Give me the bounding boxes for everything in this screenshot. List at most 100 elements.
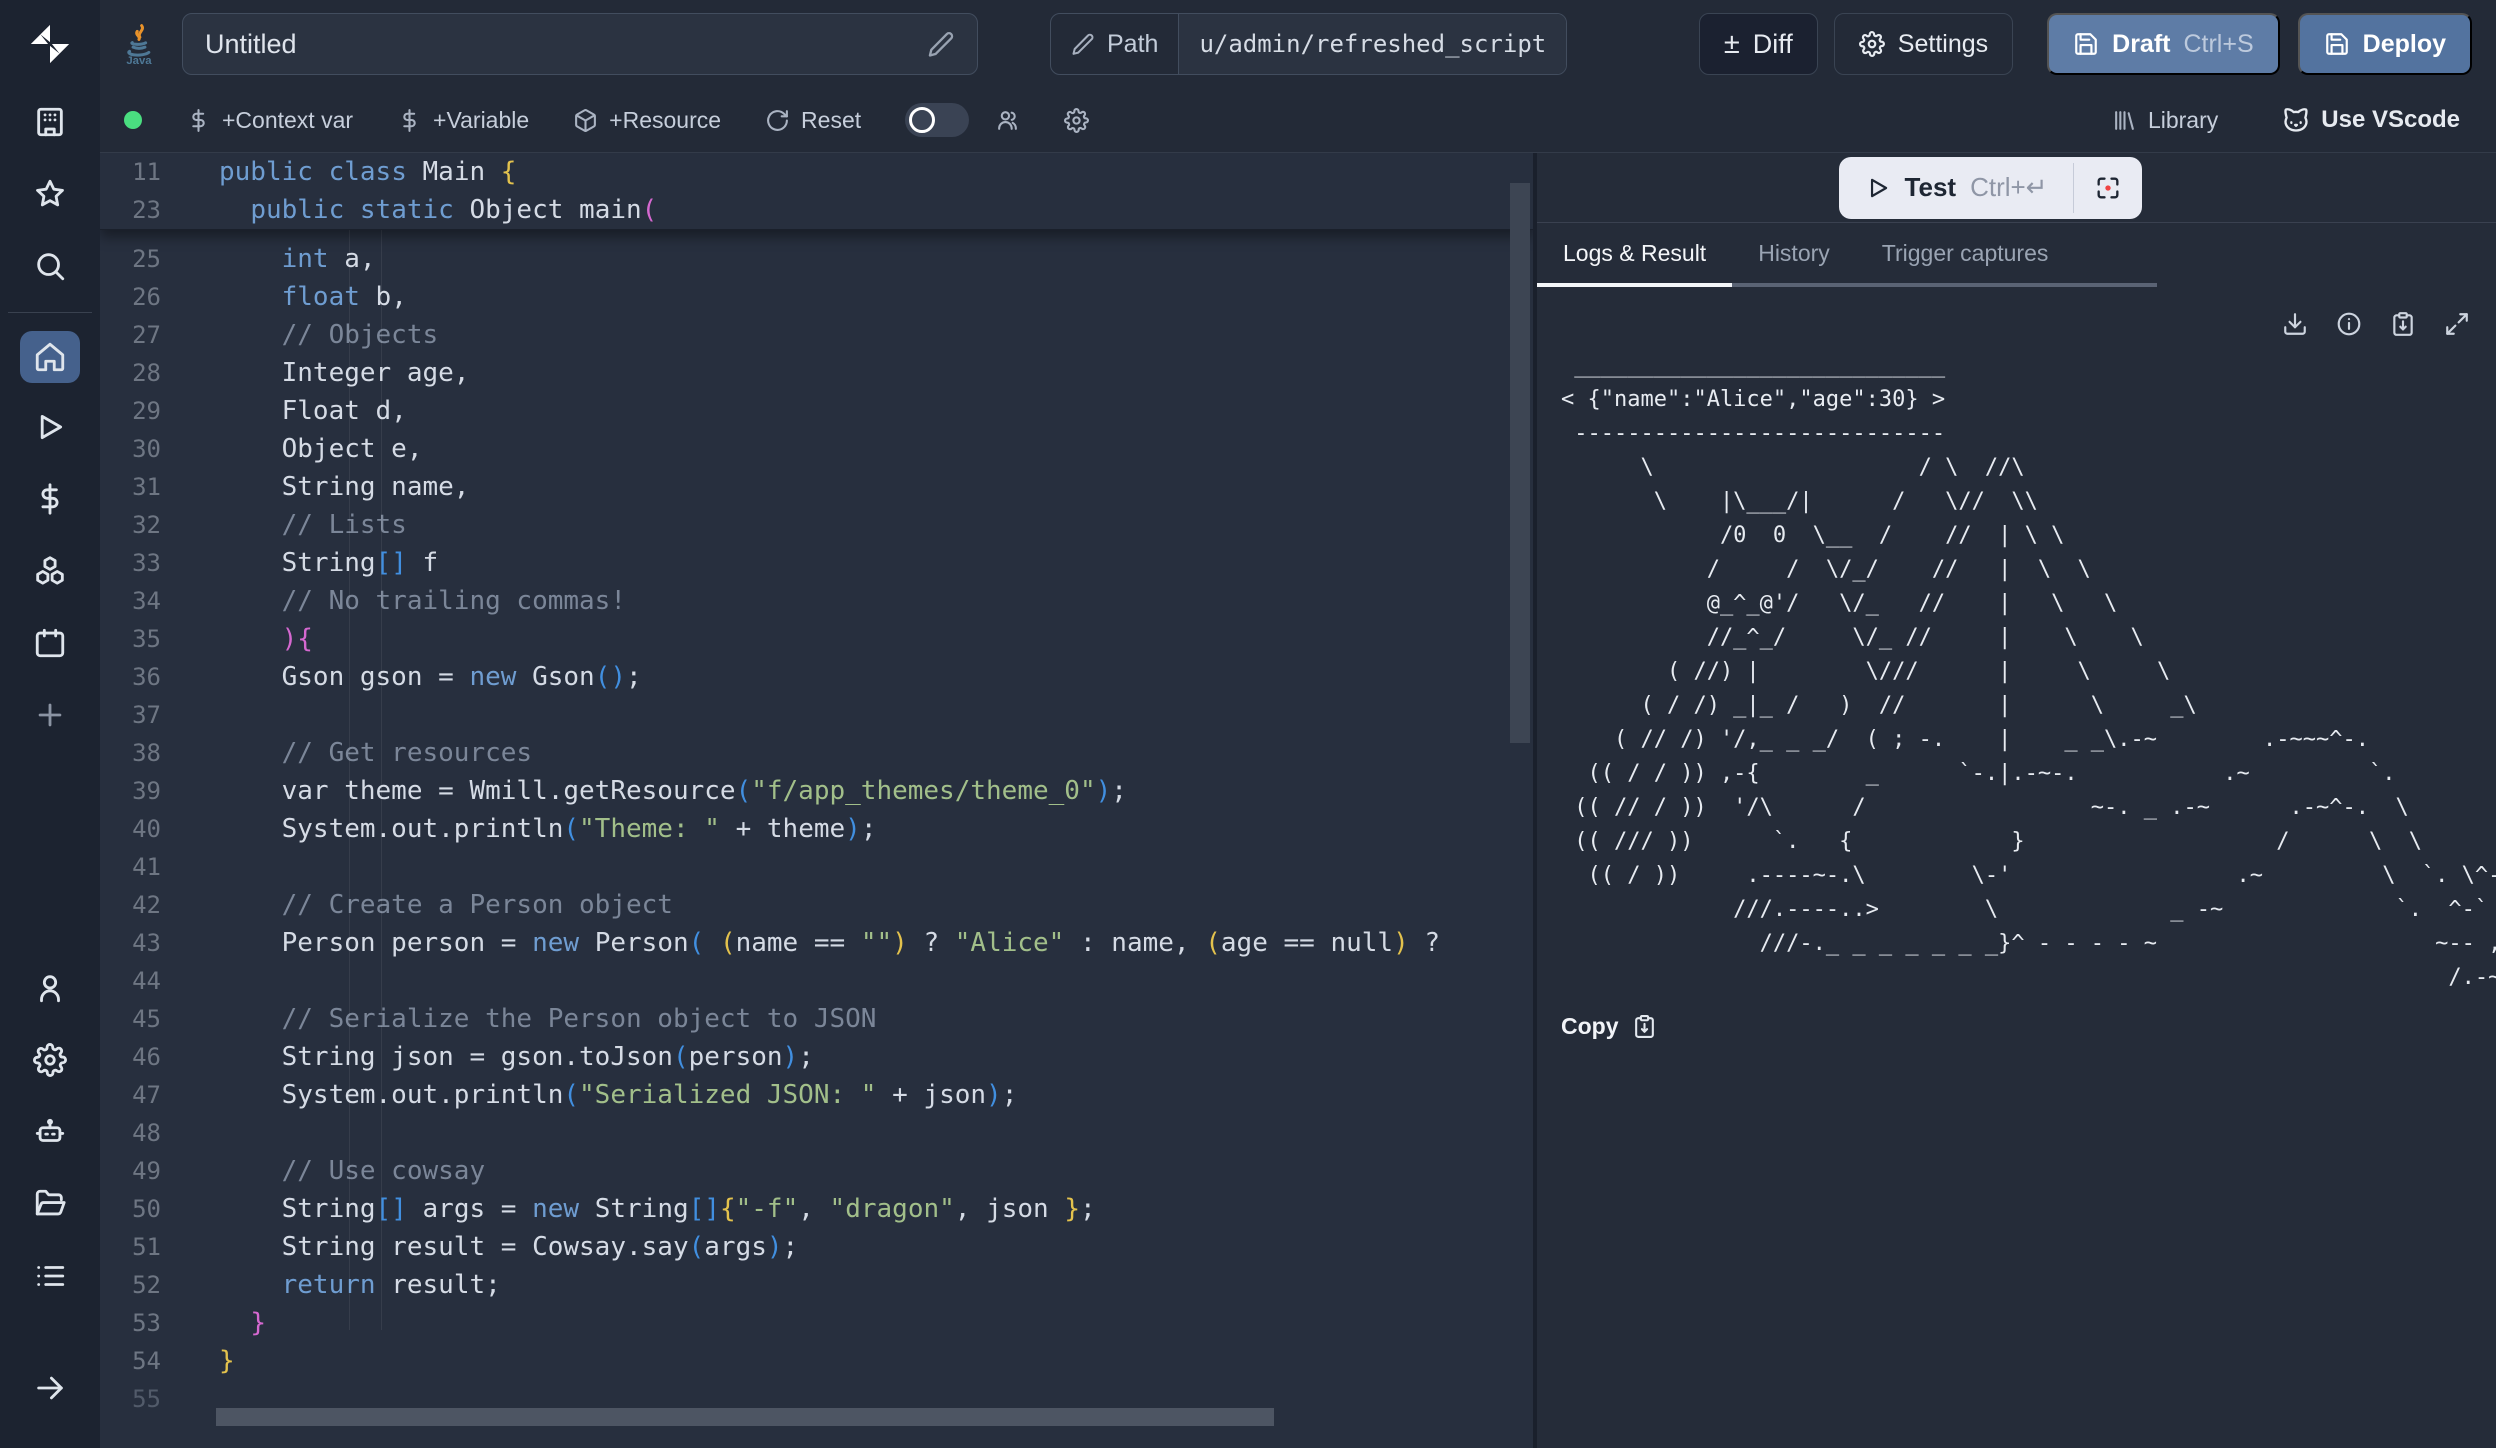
sidebar-item-add[interactable]	[0, 681, 100, 753]
line-number: 33	[100, 544, 219, 582]
sidebar-item-collapse[interactable]	[0, 1354, 100, 1426]
script-title-input[interactable]: Untitled	[182, 13, 978, 75]
package-icon	[573, 108, 598, 133]
code-line: 54}	[100, 1342, 1533, 1380]
play-icon	[1865, 175, 1891, 201]
line-number: 43	[100, 924, 219, 962]
line-number: 31	[100, 468, 219, 506]
add-context-var-button[interactable]: +Context var	[186, 107, 353, 134]
code-line: 42 // Create a Person object	[100, 886, 1533, 924]
arrowRight-icon	[33, 1371, 67, 1405]
sidebar-item-variables[interactable]	[0, 465, 100, 537]
line-number: 47	[100, 1076, 219, 1114]
draft-button[interactable]: Draft Ctrl+S	[2047, 13, 2280, 75]
copy-button[interactable]: Copy	[1537, 995, 2496, 1058]
line-number: 52	[100, 1266, 219, 1304]
assistant-toggle[interactable]	[905, 103, 969, 137]
line-number: 53	[100, 1304, 219, 1342]
sidebar-item-audit-logs[interactable]	[0, 1242, 100, 1314]
line-number: 40	[100, 810, 219, 848]
sidebar	[0, 0, 100, 1448]
editor-settings-button[interactable]	[1064, 108, 1089, 133]
collaboration-button[interactable]	[995, 108, 1020, 133]
tab-history[interactable]: History	[1732, 223, 1856, 287]
line-number: 32	[100, 506, 219, 544]
sidebar-item-schedules[interactable]	[0, 609, 100, 681]
code-line: 26 float b,	[100, 278, 1533, 316]
diff-button[interactable]: ± Diff	[1699, 13, 1818, 75]
sidebar-item-users[interactable]	[0, 954, 100, 1026]
sidebar-item-resources[interactable]	[0, 537, 100, 609]
sidebar-item-folders[interactable]	[0, 1170, 100, 1242]
capture-test-button[interactable]	[2074, 157, 2142, 219]
horizontal-scrollbar[interactable]	[216, 1408, 1274, 1426]
code-line: 34 // No trailing commas!	[100, 582, 1533, 620]
download-icon[interactable]	[2282, 311, 2308, 337]
line-number: 50	[100, 1190, 219, 1228]
line-number: 42	[100, 886, 219, 924]
list-icon	[33, 1259, 67, 1293]
add-variable-button[interactable]: +Variable	[397, 107, 529, 134]
code-line: 51 String result = Cowsay.say(args);	[100, 1228, 1533, 1266]
code-lines: 25 int a,26 float b,27 // Objects28 Inte…	[100, 230, 1533, 1418]
code-line: 45 // Serialize the Person object to JSO…	[100, 1000, 1533, 1038]
deploy-button[interactable]: Deploy	[2298, 13, 2472, 75]
tab-logs-result[interactable]: Logs & Result	[1537, 223, 1732, 287]
code-line: 39 var theme = Wmill.getResource("f/app_…	[100, 772, 1533, 810]
clipboard-icon[interactable]	[2390, 311, 2416, 337]
editor-toolbar: +Context var +Variable +Resource Reset	[100, 88, 2496, 153]
calendar-icon	[33, 626, 67, 660]
sidebar-bottom-group	[0, 954, 100, 1314]
sticky-scroll-lines: 11public class Main {23 public static Ob…	[100, 153, 1533, 230]
gear-icon	[33, 1043, 67, 1077]
vertical-scrollbar[interactable]	[1510, 183, 1530, 743]
sidebar-item-search[interactable]	[0, 232, 100, 304]
gear-icon	[1859, 31, 1885, 57]
content: 25 int a,26 float b,27 // Objects28 Inte…	[100, 153, 2496, 1448]
library-button[interactable]: Library	[2112, 107, 2218, 134]
expand-icon[interactable]	[2444, 311, 2470, 337]
panel-tabs: Logs & ResultHistoryTrigger captures	[1537, 223, 2157, 287]
tab-trigger-captures[interactable]: Trigger captures	[1856, 223, 2075, 287]
code-editor[interactable]: 25 int a,26 float b,27 // Objects28 Inte…	[100, 153, 1533, 1448]
save-icon	[2324, 31, 2350, 57]
result-actions	[1537, 287, 2496, 337]
sidebar-item-workspace[interactable]	[0, 88, 100, 160]
sidebar-item-runs[interactable]	[0, 393, 100, 465]
use-vscode-button[interactable]: Use VScode	[2282, 106, 2460, 134]
indent-guide	[381, 230, 382, 1330]
test-shortcut: Ctrl+↵	[1970, 172, 2047, 203]
path-label[interactable]: Path	[1051, 14, 1178, 74]
gear-icon	[1064, 108, 1089, 133]
code-line: 25 int a,	[100, 240, 1533, 278]
line-number: 36	[100, 658, 219, 696]
sidebar-item-workers[interactable]	[0, 1098, 100, 1170]
info-icon[interactable]	[2336, 311, 2362, 337]
line-number: 29	[100, 392, 219, 430]
add-resource-button[interactable]: +Resource	[573, 107, 721, 134]
windmill-logo[interactable]	[0, 0, 100, 88]
code-line: 38 // Get resources	[100, 734, 1533, 772]
code-line: 23 public static Object main(	[100, 191, 1533, 229]
home-icon	[33, 340, 67, 374]
reset-button[interactable]: Reset	[765, 107, 861, 134]
topbar: Java Untitled Path u/admin/refreshed_scr…	[100, 0, 2496, 88]
java-language-icon: Java	[118, 23, 160, 65]
line-number: 37	[100, 696, 219, 734]
code-line: 33 String[] f	[100, 544, 1533, 582]
dollar-icon	[33, 482, 67, 516]
sidebar-item-favorites[interactable]	[0, 160, 100, 232]
settings-button[interactable]: Settings	[1834, 13, 2013, 75]
code-line: 35 ){	[100, 620, 1533, 658]
sidebar-divider	[8, 312, 92, 313]
path-input[interactable]: u/admin/refreshed_script	[1178, 14, 1566, 74]
users-icon	[995, 108, 1020, 133]
sidebar-item-home[interactable]	[0, 321, 100, 393]
preview-panel: Test Ctrl+↵ Logs & ResultHistoryTrigger …	[1537, 153, 2496, 1448]
windmill-script-editor: Java Untitled Path u/admin/refreshed_scr…	[0, 0, 2496, 1448]
code-line: 32 // Lists	[100, 506, 1533, 544]
user-icon	[33, 971, 67, 1005]
test-button[interactable]: Test Ctrl+↵	[1839, 157, 2074, 219]
sidebar-item-settings[interactable]	[0, 1026, 100, 1098]
edit-title-icon[interactable]	[927, 30, 955, 58]
